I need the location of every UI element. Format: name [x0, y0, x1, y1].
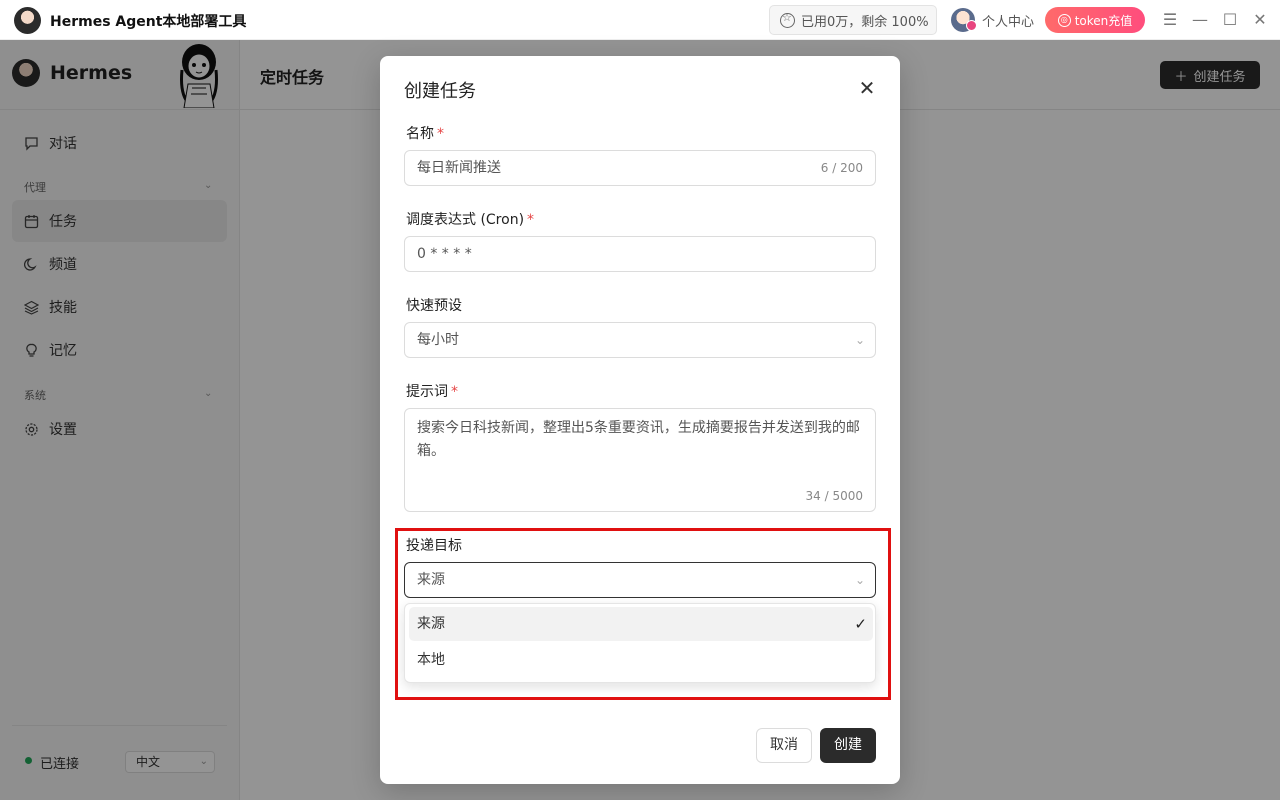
app-logo [14, 7, 41, 34]
name-label: 名称 * [406, 126, 444, 142]
minimize-icon[interactable]: — [1190, 10, 1210, 30]
usage-text: 已用0万，剩余 100% [801, 14, 929, 30]
title-bar: Hermes Agent本地部署工具 已用0万，剩余 100% 个人中心 ◎ t… [0, 0, 1280, 40]
name-value: 每日新闻推送 [417, 160, 501, 176]
token-icon: ◎ [1057, 13, 1071, 27]
prompt-label: 提示词 * [406, 384, 458, 400]
menu-icon[interactable]: ☰ [1160, 10, 1180, 30]
token-recharge-button[interactable]: ◎ token充值 [1045, 7, 1145, 33]
close-icon[interactable]: ✕ [856, 77, 878, 99]
token-button-label: token充值 [1074, 13, 1133, 28]
prompt-value: 搜索今日科技新闻，整理出5条重要资讯，生成摘要报告并发送到我的邮箱。 [417, 420, 860, 459]
cancel-button[interactable]: 取消 [756, 728, 812, 763]
prompt-textarea[interactable]: 搜索今日科技新闻，整理出5条重要资讯，生成摘要报告并发送到我的邮箱。 34 / … [404, 408, 876, 512]
name-char-counter: 6 / 200 [820, 161, 863, 175]
verified-badge-icon [966, 20, 977, 31]
close-window-icon[interactable]: ✕ [1250, 10, 1270, 30]
preset-value: 每小时 [417, 332, 459, 348]
create-button[interactable]: 创建 [820, 728, 876, 763]
chevron-down-icon: ⌄ [854, 333, 865, 347]
highlight-box [395, 528, 891, 700]
cron-field[interactable]: 0 * * * * [404, 236, 876, 272]
usage-indicator[interactable]: 已用0万，剩余 100% [769, 5, 937, 35]
maximize-icon[interactable]: ☐ [1220, 10, 1240, 30]
cron-label: 调度表达式 (Cron) * [406, 212, 535, 228]
dialog-title: 创建任务 [404, 81, 476, 102]
preset-select[interactable]: 每小时 ⌄ [404, 322, 876, 358]
name-field[interactable]: 每日新闻推送 6 / 200 [404, 150, 876, 186]
preset-label: 快速预设 [406, 298, 462, 314]
cron-value: 0 * * * * [417, 246, 472, 262]
app-title: Hermes Agent本地部署工具 [50, 14, 247, 30]
prompt-char-counter: 34 / 5000 [805, 489, 863, 503]
user-center-link[interactable]: 个人中心 [982, 11, 1034, 30]
star-icon [780, 11, 795, 28]
